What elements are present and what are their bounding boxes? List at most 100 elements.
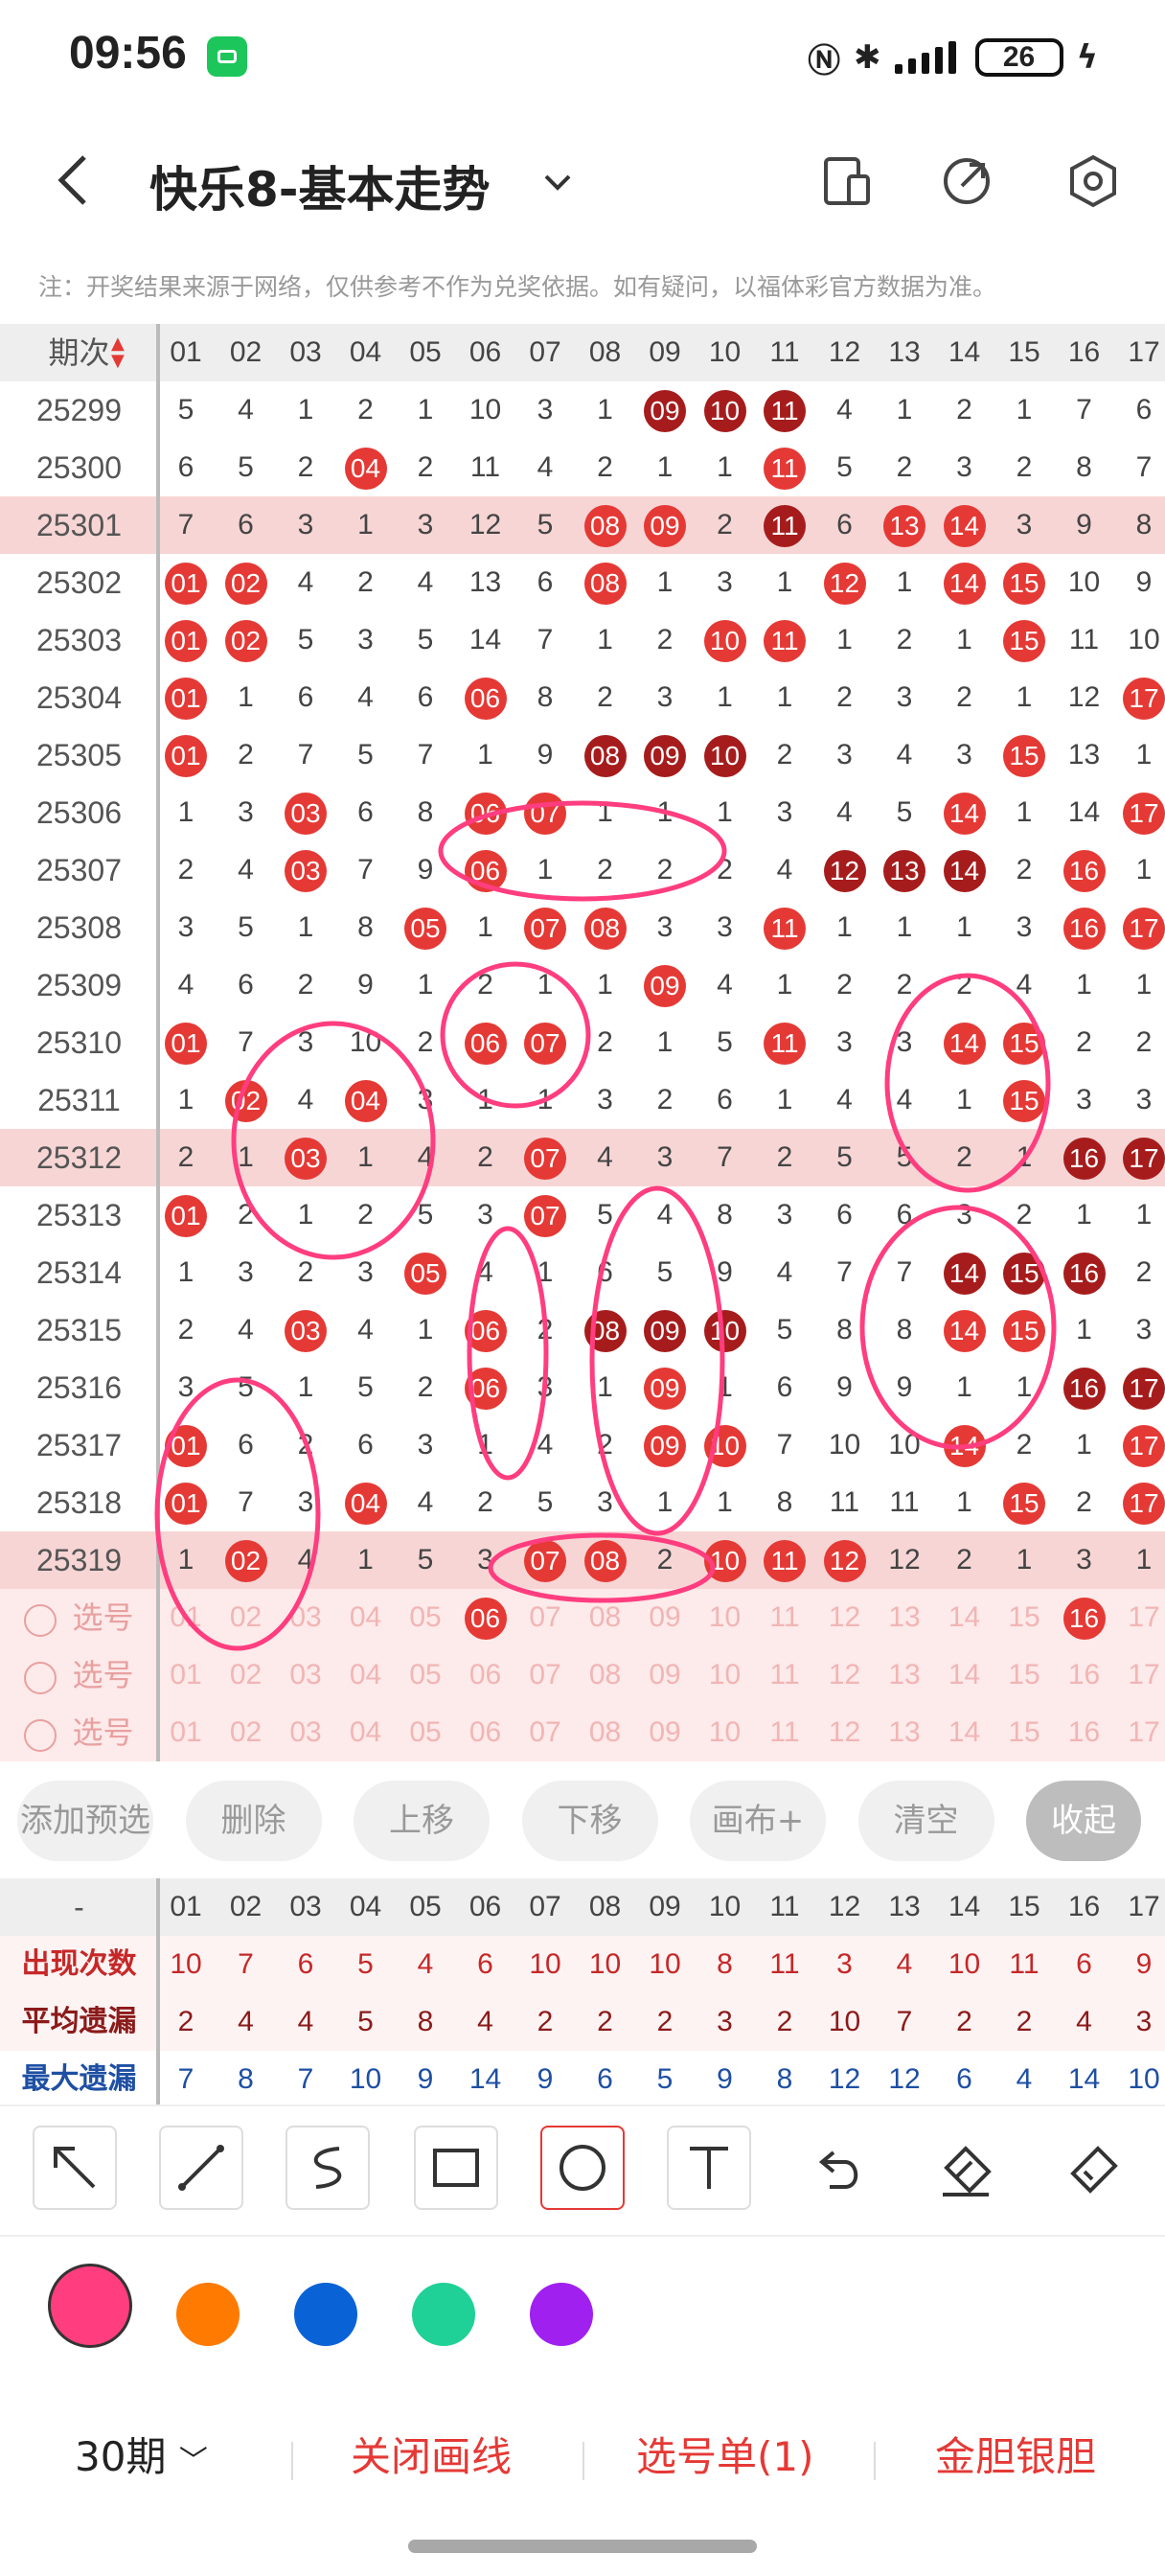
color-swatch[interactable] [176,2283,240,2346]
pick-number-cell[interactable]: 12 [815,1589,875,1646]
pick-number-cell[interactable]: 01 [156,1589,216,1646]
pick-number-cell[interactable]: 03 [276,1704,335,1761]
eraser-icon[interactable] [937,2143,994,2200]
close-drawing-button[interactable]: 关闭画线 [351,2425,512,2483]
pick-number-cell[interactable]: 14 [935,1704,994,1761]
pick-number-cell[interactable]: 09 [635,1589,695,1646]
pick-number-cell[interactable]: 03 [276,1646,335,1704]
pick-number-cell[interactable]: 05 [396,1646,455,1704]
action-button[interactable]: 添加预选 [17,1781,153,1861]
pick-number-cell[interactable]: 02 [217,1589,276,1646]
pick-number-cell[interactable]: 08 [576,1589,635,1646]
radio-icon[interactable] [24,1603,57,1637]
pick-number-cell[interactable]: 10 [696,1704,755,1761]
pick-number-cell[interactable]: 14 [935,1589,994,1646]
pick-number-cell[interactable]: 08 [576,1646,635,1704]
chevron-down-icon[interactable] [542,171,573,194]
pick-number-cell[interactable]: 09 [635,1646,695,1704]
pick-number-cell[interactable]: 01 [156,1704,216,1761]
pick-number-cell[interactable]: 02 [217,1704,276,1761]
pick-number-cell[interactable]: 06 [456,1704,515,1761]
clear-brush-icon[interactable] [1063,2143,1121,2200]
pick-number-cell[interactable]: 01 [156,1646,216,1704]
action-button[interactable]: 画布+ [690,1781,826,1861]
pick-number-cell[interactable]: 03 [276,1589,335,1646]
pick-number-cell[interactable]: 17 [1114,1589,1165,1646]
pick-number-cell[interactable]: 11 [755,1589,814,1646]
pick-number-cell[interactable]: 11 [755,1646,814,1704]
number-cell: 1 [717,796,733,828]
pick-number-cell[interactable]: 06 [456,1646,515,1704]
pick-number-cell[interactable]: 13 [875,1646,934,1704]
pick-number-cell[interactable]: 13 [875,1704,934,1761]
pick-number-cell[interactable]: 12 [815,1646,875,1704]
pick-number-cell[interactable]: 15 [994,1704,1054,1761]
period-header[interactable]: 期次 [0,324,158,381]
color-swatch[interactable] [294,2283,357,2346]
pick-number-cell[interactable]: 15 [994,1589,1054,1646]
pick-number-cell[interactable]: 05 [396,1589,455,1646]
color-swatch[interactable] [412,2283,475,2346]
pick-number-cell[interactable]: 04 [336,1589,396,1646]
pick-number-cell[interactable]: 05 [396,1704,455,1761]
rectangle-tool[interactable] [414,2126,498,2210]
pick-row-label[interactable]: 选号 [0,1646,158,1704]
pick-number-cell[interactable]: 04 [336,1704,396,1761]
radio-icon[interactable] [24,1718,57,1752]
pick-number-cell[interactable]: 12 [815,1704,875,1761]
pick-number-cell[interactable]: 13 [875,1589,934,1646]
device-icon[interactable] [820,153,876,209]
pick-number-cell[interactable]: 10 [696,1589,755,1646]
text-tool[interactable] [667,2126,751,2210]
line-tool[interactable] [159,2126,243,2210]
home-indicator[interactable] [408,2540,757,2553]
action-button[interactable]: 删除 [185,1781,322,1861]
radio-icon[interactable] [24,1661,57,1694]
pick-number-cell[interactable]: 07 [515,1704,575,1761]
share-icon[interactable] [939,153,994,209]
pick-row: 选号 01 02 03 04 05 06 07 08 09 10 11 12 13 14 15 16 17 [0,1589,1165,1646]
back-arrow-icon[interactable] [54,153,92,207]
action-button[interactable]: 清空 [857,1781,994,1861]
pick-number-cell[interactable]: 09 [635,1704,695,1761]
pick-number-cell[interactable]: 17 [1114,1646,1165,1704]
period-select[interactable]: 30期 ﹀ [75,2425,208,2483]
action-button[interactable]: 上移 [354,1781,490,1861]
drawn-number-ball: 16 [1062,908,1106,950]
pick-number-cell[interactable]: 14 [935,1646,994,1704]
pick-number-cell[interactable]: 16 [1055,1589,1114,1646]
pick-number-cell[interactable]: 16 [1055,1646,1114,1704]
settings-icon[interactable] [1065,153,1121,209]
pick-number-cell[interactable]: 16 [1055,1704,1114,1761]
color-swatch[interactable] [530,2283,593,2346]
pick-number-cell[interactable]: 04 [336,1646,396,1704]
pick-number-cell[interactable]: 07 [515,1646,575,1704]
pick-number-cell[interactable]: 06 [456,1589,515,1646]
pick-number-cell[interactable]: 15 [994,1646,1054,1704]
page-title[interactable]: 快乐8-基本走势 [149,151,491,220]
gold-silver-button[interactable]: 金胆银胆 [935,2425,1096,2483]
number-cell: 2 [956,1141,972,1173]
arrow-tool[interactable] [33,2126,117,2210]
pick-number-cell[interactable]: 02 [217,1646,276,1704]
pick-row-label[interactable]: 选号 [0,1589,158,1646]
number-cell: 2 [297,1429,314,1460]
pick-row-label[interactable]: 选号 [0,1704,158,1761]
action-button[interactable]: 下移 [521,1781,658,1861]
pick-number-cell[interactable]: 07 [515,1589,575,1646]
pick-number-cell[interactable]: 17 [1114,1704,1165,1761]
pick-list-button[interactable]: 选号单(1) [636,2425,814,2483]
undo-icon[interactable] [811,2145,868,2198]
selected-number-ball[interactable]: 16 [1062,1598,1106,1640]
signal-icon [894,41,962,74]
freehand-tool[interactable] [286,2126,370,2210]
drawn-number-ball: 08 [583,505,627,547]
collapse-button[interactable]: 收起 [1026,1781,1141,1861]
pick-number-cell[interactable]: 11 [755,1704,814,1761]
selected-number-ball[interactable]: 06 [464,1598,507,1640]
pick-number-cell[interactable]: 10 [696,1646,755,1704]
circle-tool[interactable] [540,2126,625,2210]
color-swatch[interactable] [48,2264,132,2348]
pick-number-cell[interactable]: 08 [576,1704,635,1761]
sort-icon[interactable]: ▲ ▼ [111,335,125,370]
